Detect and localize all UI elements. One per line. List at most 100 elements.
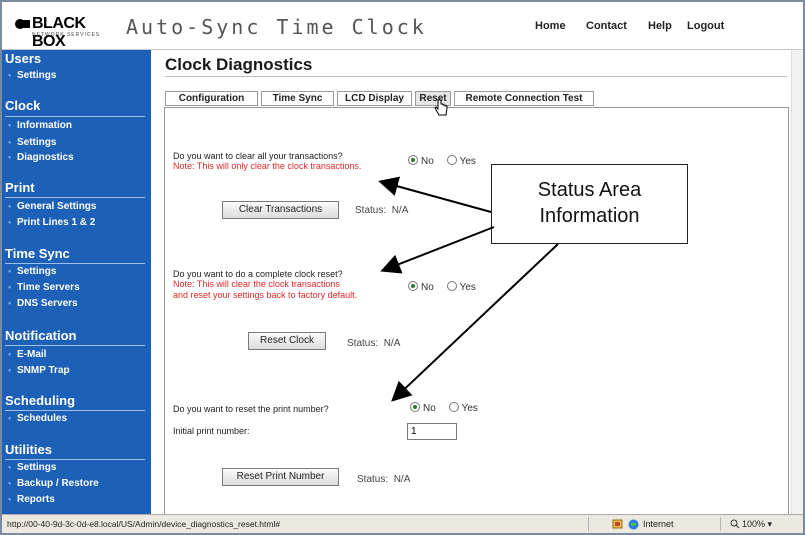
sidebar-item-clock-diagnostics[interactable]: • Diagnostics xyxy=(8,152,74,163)
status-url: http://00-40-9d-3c-0d-e8.local/US/Admin/… xyxy=(7,519,281,529)
divider xyxy=(5,263,145,264)
status-value: N/A xyxy=(383,338,401,349)
clear-transactions-question: Do you want to clear all your transactio… xyxy=(173,151,343,161)
status-label: Status: xyxy=(357,474,389,485)
status-label: Status: xyxy=(355,205,387,216)
sidebar-item-snmp-trap[interactable]: • SNMP Trap xyxy=(8,365,70,376)
radio-label-yes: Yes xyxy=(459,156,476,167)
zoom-level[interactable]: 100% ▾ xyxy=(742,519,772,530)
reset-print-number-status: Status: N/A xyxy=(357,474,410,485)
clock-reset-note-line2: and reset your settings back to factory … xyxy=(173,290,358,300)
tab-configuration[interactable]: Configuration xyxy=(165,91,258,106)
sidebar-item-label: Schedules xyxy=(17,413,68,424)
status-label: Status: xyxy=(347,338,379,349)
callout-line2: Information xyxy=(539,205,640,227)
divider xyxy=(5,345,145,346)
app-header: BLACK BOX NETWORK SERVICES Auto-Sync Tim… xyxy=(2,2,803,50)
reset-print-number-button[interactable]: Reset Print Number xyxy=(222,468,339,486)
sidebar-section-time-sync: Time Sync xyxy=(5,246,70,261)
radio-no[interactable] xyxy=(410,402,420,412)
bullet-icon: • xyxy=(8,137,12,147)
sidebar-item-label: DNS Servers xyxy=(17,298,78,309)
radio-label-yes: Yes xyxy=(459,282,476,293)
clear-transactions-status: Status: N/A xyxy=(355,205,408,216)
radio-no[interactable] xyxy=(408,155,418,165)
sidebar-item-label: General Settings xyxy=(17,201,97,212)
sidebar-item-users-settings[interactable]: • Settings xyxy=(8,70,56,81)
sidebar: Users • Settings Clock • Information • Sett… xyxy=(2,50,151,514)
bullet-icon: • xyxy=(8,201,12,211)
status-area-callout: Status Area Information xyxy=(491,164,688,244)
reset-clock-status: Status: N/A xyxy=(347,338,400,349)
sidebar-item-reports[interactable]: • Reports xyxy=(8,494,55,505)
sidebar-item-clock-information[interactable]: • Information xyxy=(8,120,72,131)
sidebar-item-label: E-Mail xyxy=(17,349,47,360)
initial-print-number-input[interactable]: 1 xyxy=(407,423,457,440)
radio-label-no: No xyxy=(423,403,436,414)
nav-logout-link[interactable]: Logout xyxy=(687,20,724,32)
sidebar-section-scheduling: Scheduling xyxy=(5,393,76,408)
divider xyxy=(720,517,721,531)
radio-yes[interactable] xyxy=(448,402,459,412)
bullet-icon: • xyxy=(8,217,12,227)
sidebar-section-clock: Clock xyxy=(5,98,41,113)
vertical-scrollbar[interactable] xyxy=(791,50,803,514)
sidebar-item-label: Settings xyxy=(17,70,57,81)
sidebar-item-print-general-settings[interactable]: • General Settings xyxy=(8,201,96,212)
sidebar-item-time-sync-settings[interactable]: • Settings xyxy=(8,266,56,277)
sidebar-item-dns-servers[interactable]: • DNS Servers xyxy=(8,298,78,309)
sidebar-item-clock-settings[interactable]: • Settings xyxy=(8,137,56,148)
browser-status-bar: http://00-40-9d-3c-0d-e8.local/US/Admin/… xyxy=(2,514,803,533)
nav-help-link[interactable]: Help xyxy=(648,20,672,32)
sidebar-item-label: Print Lines 1 & 2 xyxy=(17,217,96,228)
divider xyxy=(5,197,145,198)
divider xyxy=(5,410,145,411)
browser-window: BLACK BOX NETWORK SERVICES Auto-Sync Tim… xyxy=(0,0,805,535)
internet-zone-icon xyxy=(628,519,639,530)
sidebar-item-print-lines[interactable]: • Print Lines 1 & 2 xyxy=(8,217,95,228)
bullet-icon: • xyxy=(8,282,12,292)
security-zone: Internet xyxy=(643,519,674,529)
print-number-question: Do you want to reset the print number? xyxy=(173,404,329,414)
bullet-icon: • xyxy=(8,413,12,423)
radio-label-yes: Yes xyxy=(461,403,478,414)
radio-yes[interactable] xyxy=(446,281,457,291)
bullet-icon: • xyxy=(8,298,12,308)
clear-transactions-button[interactable]: Clear Transactions xyxy=(222,201,339,219)
sidebar-item-time-servers[interactable]: • Time Servers xyxy=(8,282,80,293)
sidebar-section-users: Users xyxy=(5,51,42,66)
tab-time-sync[interactable]: Time Sync xyxy=(261,91,334,106)
divider xyxy=(5,116,145,117)
sidebar-section-utilities: Utilities xyxy=(5,442,52,457)
sidebar-item-schedules[interactable]: • Schedules xyxy=(8,413,67,424)
security-icon xyxy=(612,519,623,529)
sidebar-section-print: Print xyxy=(5,180,35,195)
nav-contact-link[interactable]: Contact xyxy=(586,20,627,32)
divider xyxy=(5,459,145,460)
sidebar-item-email[interactable]: • E-Mail xyxy=(8,349,46,360)
sidebar-item-label: Settings xyxy=(17,137,57,148)
sidebar-item-label: Backup / Restore xyxy=(17,478,99,489)
main-content: Clock Diagnostics Configuration Time Syn… xyxy=(151,50,803,514)
zoom-value: 100% xyxy=(742,519,766,529)
radio-label-no: No xyxy=(421,282,434,293)
sidebar-item-label: Diagnostics xyxy=(17,152,74,163)
sidebar-item-label: Reports xyxy=(17,494,55,505)
tab-lcd-display[interactable]: LCD Display xyxy=(337,91,412,106)
radio-no[interactable] xyxy=(408,281,418,291)
logo: BLACK BOX NETWORK SERVICES xyxy=(14,15,120,50)
bullet-icon: • xyxy=(8,266,12,276)
nav-home-link[interactable]: Home xyxy=(535,20,566,32)
bullet-icon: • xyxy=(8,478,12,488)
sidebar-section-notification: Notification xyxy=(5,328,77,343)
status-value: N/A xyxy=(391,205,409,216)
page-title: Clock Diagnostics xyxy=(165,55,313,74)
radio-yes[interactable] xyxy=(446,155,457,165)
reset-clock-button[interactable]: Reset Clock xyxy=(248,332,326,350)
logo-subtitle: NETWORK SERVICES xyxy=(32,32,101,38)
status-value: N/A xyxy=(393,474,411,485)
sidebar-item-backup-restore[interactable]: • Backup / Restore xyxy=(8,478,99,489)
tab-remote-connection-test[interactable]: Remote Connection Test xyxy=(454,91,594,106)
sidebar-item-utilities-settings[interactable]: • Settings xyxy=(8,462,56,473)
sidebar-item-label: Time Servers xyxy=(17,282,80,293)
